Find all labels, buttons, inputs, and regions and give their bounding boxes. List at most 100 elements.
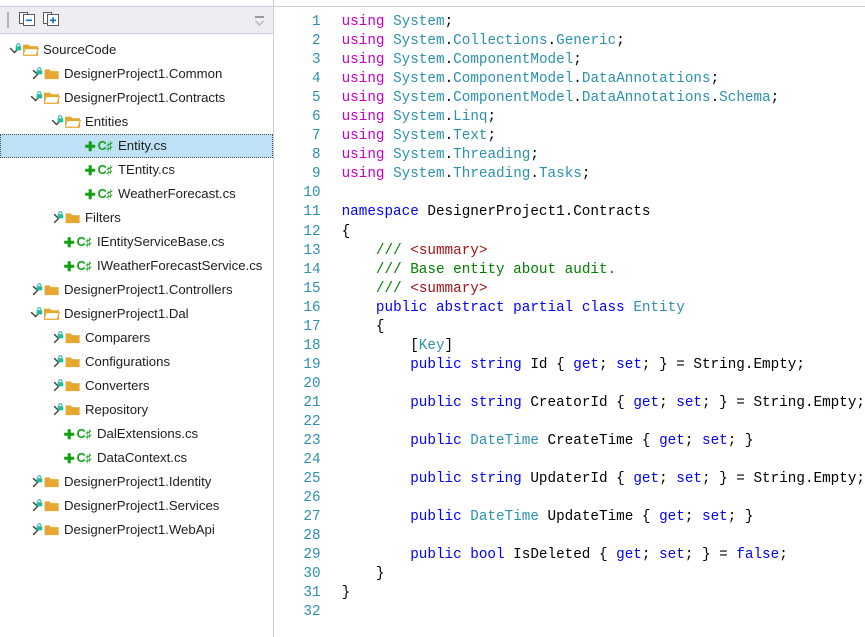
csharp-file-icon-wrap: ✚ C♯ bbox=[64, 450, 96, 466]
tree-item-converters[interactable]: Converters bbox=[0, 374, 273, 398]
line-number: 2 bbox=[311, 33, 321, 50]
tree-item-filters[interactable]: Filters bbox=[0, 206, 273, 230]
code-line-content: { bbox=[324, 318, 385, 337]
code-token: Threading bbox=[453, 147, 531, 164]
code-token: . bbox=[444, 71, 454, 88]
tree-item-designerproject1-controllers[interactable]: DesignerProject1.Controllers bbox=[0, 278, 273, 302]
tree-item-tentity-cs[interactable]: ✚ C♯ TEntity.cs bbox=[0, 158, 273, 182]
toolbar-overflow-button[interactable] bbox=[253, 13, 267, 29]
tree-item-comparers[interactable]: Comparers bbox=[0, 326, 273, 350]
code-token: ; } = String.Empty; bbox=[701, 394, 865, 411]
tree-item-dalextensions-cs[interactable]: ✚ C♯ DalExtensions.cs bbox=[0, 422, 273, 446]
code-line-content bbox=[324, 489, 342, 508]
code-token: get bbox=[659, 433, 685, 450]
line-number: 27 bbox=[303, 509, 321, 526]
folder-closed-icon bbox=[57, 402, 81, 418]
code-token: set bbox=[616, 356, 642, 373]
tree-item-label: IWeatherForecastService.cs bbox=[97, 258, 263, 274]
code-line: 12 { bbox=[274, 223, 865, 242]
tree-item-entity-cs[interactable]: ✚ C♯ Entity.cs bbox=[0, 134, 273, 158]
code-token: get bbox=[633, 394, 660, 411]
code-line: 17 { bbox=[274, 318, 865, 337]
code-token: . bbox=[444, 33, 454, 50]
code-token: Schema bbox=[719, 90, 771, 107]
tree-item-label: SourceCode bbox=[43, 42, 117, 58]
code-token: ; bbox=[710, 71, 720, 88]
code-token: [ bbox=[341, 337, 419, 354]
tree-item-designerproject1-webapi[interactable]: DesignerProject1.WebApi bbox=[0, 518, 273, 542]
csharp-file-icon-wrap: ✚ C♯ bbox=[85, 138, 117, 154]
code-token: . bbox=[547, 33, 557, 50]
line-number: 26 bbox=[303, 490, 321, 507]
line-number: 1 bbox=[311, 14, 321, 30]
folder-closed-icon-wrap bbox=[36, 282, 60, 298]
code-token: Threading bbox=[453, 166, 531, 183]
tree-item-label: DesignerProject1.Controllers bbox=[64, 282, 233, 298]
code-line-content: using System.Linq; bbox=[324, 108, 497, 127]
tree-item-entities[interactable]: Entities bbox=[0, 110, 273, 134]
line-number: 10 bbox=[303, 185, 321, 202]
code-line-content: } bbox=[324, 584, 351, 603]
line-number: 21 bbox=[303, 394, 321, 411]
code-line-content: using System.Collections.Generic; bbox=[324, 32, 625, 51]
code-line: 3 using System.ComponentModel; bbox=[274, 51, 865, 70]
folder-closed-icon-wrap bbox=[57, 402, 81, 418]
editor-top-border bbox=[273, 0, 865, 7]
code-token: Key bbox=[418, 337, 445, 354]
collapse-all-button[interactable] bbox=[17, 9, 39, 31]
code-line: 16 public abstract partial class Entity bbox=[274, 299, 865, 318]
tree-item-label: DesignerProject1.Common bbox=[64, 66, 223, 82]
folder-open-icon bbox=[36, 90, 60, 106]
tree-item-label: IEntityServiceBase.cs bbox=[97, 234, 225, 250]
code-text-area[interactable]: 1 using System; 2 using System.Collections.… bbox=[273, 7, 865, 637]
code-line-content: public abstract partial class Entity bbox=[324, 299, 685, 318]
code-line: 22 bbox=[274, 413, 865, 432]
code-token: DateTime bbox=[470, 509, 539, 526]
tree-item-repository[interactable]: Repository bbox=[0, 398, 273, 422]
code-token: set bbox=[659, 547, 685, 564]
code-token: using bbox=[341, 128, 385, 145]
folder-open-icon-wrap bbox=[15, 42, 39, 58]
code-token: using bbox=[341, 71, 385, 88]
tree-item-designerproject1-dal[interactable]: DesignerProject1.Dal bbox=[0, 302, 273, 326]
chevron-down-overflow-icon bbox=[255, 15, 265, 26]
csharp-icon: C♯ bbox=[97, 187, 113, 201]
project-tree[interactable]: SourceCode DesignerProject1.Common Designe… bbox=[0, 34, 273, 637]
code-token: ; bbox=[573, 52, 582, 69]
code-token: . bbox=[444, 52, 454, 69]
tree-item-sourcecode[interactable]: SourceCode bbox=[0, 38, 273, 62]
tree-item-datacontext-cs[interactable]: ✚ C♯ DataContext.cs bbox=[0, 446, 273, 470]
code-token: Text bbox=[453, 128, 488, 145]
code-line: 18 [Key] bbox=[274, 337, 865, 356]
tree-item-iweatherforecastservice-cs[interactable]: ✚ C♯ IWeatherForecastService.cs bbox=[0, 254, 273, 278]
code-token: ; bbox=[659, 394, 677, 411]
tree-item-designerproject1-services[interactable]: DesignerProject1.Services bbox=[0, 494, 273, 518]
tree-item-designerproject1-contracts[interactable]: DesignerProject1.Contracts bbox=[0, 86, 273, 110]
tree-item-label: DesignerProject1.Contracts bbox=[64, 90, 226, 106]
code-token: Id { bbox=[521, 356, 574, 373]
line-number: 31 bbox=[303, 585, 321, 602]
tree-item-configurations[interactable]: Configurations bbox=[0, 350, 273, 374]
code-token: System bbox=[393, 14, 445, 30]
tree-item-designerproject1-common[interactable]: DesignerProject1.Common bbox=[0, 62, 273, 86]
add-plus-icon: ✚ bbox=[84, 162, 96, 178]
toolbar-drag-handle[interactable] bbox=[5, 11, 13, 29]
code-token: . bbox=[444, 128, 454, 145]
tree-item-designerproject1-identity[interactable]: DesignerProject1.Identity bbox=[0, 470, 273, 494]
line-number: 18 bbox=[303, 337, 321, 354]
csharp-file-icon-wrap: ✚ C♯ bbox=[64, 234, 96, 250]
csharp-file-icon-wrap: ✚ C♯ bbox=[64, 426, 96, 442]
tree-item-label: Entities bbox=[85, 114, 129, 130]
expand-all-button[interactable] bbox=[41, 9, 63, 31]
folder-closed-icon bbox=[57, 378, 81, 394]
tree-item-weatherforecast-cs[interactable]: ✚ C♯ WeatherForecast.cs bbox=[0, 182, 273, 206]
folder-closed-icon bbox=[36, 66, 60, 82]
code-token: public bool bbox=[410, 547, 505, 564]
tree-item-ientityservicebase-cs[interactable]: ✚ C♯ IEntityServiceBase.cs bbox=[0, 230, 273, 254]
line-number: 5 bbox=[311, 90, 321, 107]
